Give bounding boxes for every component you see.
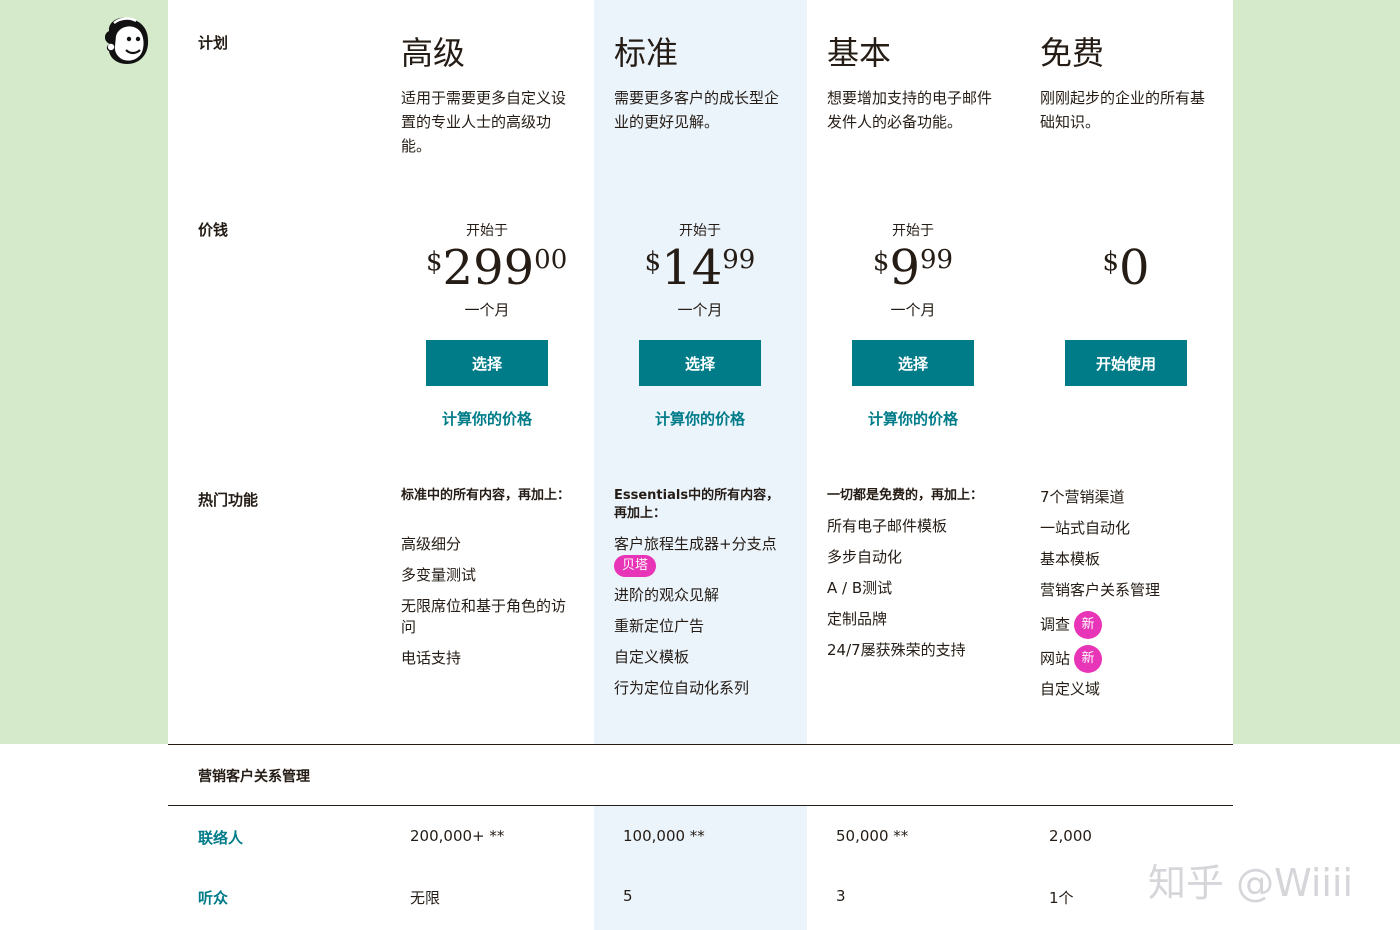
plan-description: 适用于需要更多自定义设置的专业人士的高级功能。 xyxy=(401,89,567,155)
price-amount: $29900 xyxy=(426,240,567,296)
price-starts-label: 开始于 xyxy=(466,223,508,239)
calculate-price-link[interactable]: 计算你的价格 xyxy=(639,408,761,429)
features-heading: 一切都是免费的，再加上： xyxy=(827,488,984,503)
zhihu-watermark: 知乎 @Wiiii xyxy=(1148,861,1354,905)
plan-name: 免费 xyxy=(1040,34,1105,72)
standard-feature-list: 客户旅程生成器+分支点贝塔 进阶的观众见解 重新定位广告 自定义模板 行为定位自… xyxy=(614,534,804,709)
row-label-plan: 计划 xyxy=(198,34,229,52)
section-divider xyxy=(168,805,1233,806)
price-currency: $ xyxy=(644,247,662,277)
list-item: 重新定位广告 xyxy=(614,617,705,635)
price-currency: $ xyxy=(1102,247,1119,277)
price-decimal: 00 xyxy=(534,245,568,275)
plan-name: 基本 xyxy=(827,34,892,72)
price-integer: 14 xyxy=(661,240,723,296)
contacts-standard-value: 100,000 ** xyxy=(623,827,705,845)
price-currency: $ xyxy=(426,247,443,277)
essentials-feature-list: 所有电子邮件模板 多步自动化 A / B测试 定制品牌 24/7屡获殊荣的支持 xyxy=(827,516,1017,671)
list-item: 基本模板 xyxy=(1040,550,1101,568)
section-divider xyxy=(168,744,1233,745)
list-item-label: 网站 xyxy=(1040,649,1071,668)
plan-description: 想要增加支持的电子邮件发件人的必备功能。 xyxy=(827,89,993,131)
list-item-label: 客户旅程生成器+分支点 xyxy=(614,535,777,553)
premium-feature-list: 高级细分 多变量测试 无限席位和基于角色的访问 电话支持 xyxy=(401,534,591,679)
contacts-free-value: 2,000 xyxy=(1049,827,1092,845)
plan-name: 高级 xyxy=(401,34,466,72)
price-decimal: 99 xyxy=(920,245,954,275)
features-heading: 标准中的所有内容，再加上： xyxy=(401,488,571,503)
new-badge: 新 xyxy=(1074,611,1103,639)
select-standard-button[interactable]: 选择 xyxy=(639,340,761,386)
plan-name: 标准 xyxy=(614,34,679,72)
plan-description: 需要更多客户的成长型企业的更好见解。 xyxy=(614,89,780,131)
calculate-price-link[interactable]: 计算你的价格 xyxy=(852,408,974,429)
row-label-features: 热门功能 xyxy=(198,491,259,509)
list-item: 客户旅程生成器+分支点贝塔 xyxy=(614,534,804,577)
price-integer: 0 xyxy=(1119,240,1150,296)
price-amount: $999 xyxy=(852,240,974,296)
list-item: 24/7屡获殊荣的支持 xyxy=(827,641,966,659)
list-item: 高级细分 xyxy=(401,535,462,553)
price-period: 一个月 xyxy=(464,301,510,319)
mailchimp-logo-icon[interactable] xyxy=(100,14,152,68)
calculate-price-link[interactable]: 计算你的价格 xyxy=(426,408,548,429)
list-item: A / B测试 xyxy=(827,579,893,597)
list-item: 营销客户关系管理 xyxy=(1040,581,1161,599)
list-item: 多步自动化 xyxy=(827,548,903,566)
list-item: 调查新 xyxy=(1040,611,1230,639)
audiences-standard-value: 5 xyxy=(623,887,633,905)
price-period: 一个月 xyxy=(677,301,723,319)
start-free-button[interactable]: 开始使用 xyxy=(1065,340,1187,386)
list-item: 一站式自动化 xyxy=(1040,519,1131,537)
price-amount: $0 xyxy=(1065,240,1187,296)
contacts-premium-value: 200,000+ ** xyxy=(410,827,505,845)
audiences-premium-value: 无限 xyxy=(410,889,441,907)
list-item: 自定义域 xyxy=(1040,680,1101,698)
row-label-price: 价钱 xyxy=(198,221,229,239)
features-heading: Essentials中的所有内容，再加上： xyxy=(614,488,780,521)
contacts-essentials-value: 50,000 ** xyxy=(836,827,909,845)
price-integer: 299 xyxy=(442,240,535,296)
list-item: 所有电子邮件模板 xyxy=(827,517,948,535)
select-essentials-button[interactable]: 选择 xyxy=(852,340,974,386)
price-amount: $1499 xyxy=(639,240,761,296)
list-item: 定制品牌 xyxy=(827,610,888,628)
list-item: 自定义模板 xyxy=(614,648,690,666)
crm-section-title: 营销客户关系管理 xyxy=(198,769,310,785)
price-period: 一个月 xyxy=(890,301,936,319)
free-feature-list: 7个营销渠道 一站式自动化 基本模板 营销客户关系管理 调查新 网站新 自定义域 xyxy=(1040,487,1230,710)
list-item: 电话支持 xyxy=(401,649,462,667)
price-integer: 9 xyxy=(889,240,920,296)
standard-column-highlight-bottom xyxy=(594,806,807,930)
new-badge: 新 xyxy=(1074,645,1103,673)
contacts-label[interactable]: 联络人 xyxy=(198,827,243,848)
list-item: 网站新 xyxy=(1040,645,1230,673)
select-premium-button[interactable]: 选择 xyxy=(426,340,548,386)
list-item: 行为定位自动化系列 xyxy=(614,679,750,697)
list-item: 无限席位和基于角色的访问 xyxy=(401,597,567,636)
beta-badge: 贝塔 xyxy=(614,555,657,577)
list-item: 多变量测试 xyxy=(401,566,477,584)
audiences-essentials-value: 3 xyxy=(836,887,846,905)
list-item: 7个营销渠道 xyxy=(1040,488,1125,506)
price-starts-label: 开始于 xyxy=(679,223,721,239)
price-currency: $ xyxy=(872,247,890,277)
list-item-label: 调查 xyxy=(1040,615,1071,634)
list-item: 进阶的观众见解 xyxy=(614,586,720,604)
price-decimal: 99 xyxy=(722,245,756,275)
plan-description: 刚刚起步的企业的所有基础知识。 xyxy=(1040,89,1206,131)
audiences-label[interactable]: 听众 xyxy=(198,887,228,908)
price-starts-label: 开始于 xyxy=(892,223,934,239)
audiences-free-value: 1个 xyxy=(1049,889,1074,907)
